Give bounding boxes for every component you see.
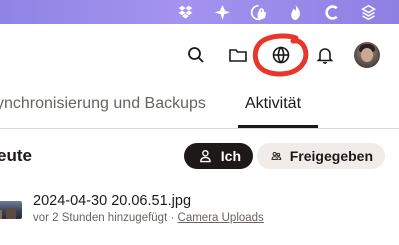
tab-bar: ynchronisierung und Backups Aktivität bbox=[0, 87, 399, 129]
bolt-pinwheel-icon[interactable] bbox=[212, 2, 232, 22]
people-icon bbox=[271, 151, 282, 160]
search-icon[interactable] bbox=[182, 41, 210, 69]
tab-sync-backups[interactable]: ynchronisierung und Backups bbox=[0, 95, 206, 113]
bell-icon[interactable] bbox=[311, 41, 339, 69]
file-name[interactable]: 2024-04-30 20.06.51.jpg bbox=[33, 193, 191, 209]
c-letter-icon[interactable] bbox=[322, 2, 342, 22]
folder-icon[interactable] bbox=[224, 41, 252, 69]
file-location-link[interactable]: Camera Uploads bbox=[178, 212, 264, 224]
file-thumbnail[interactable] bbox=[0, 201, 22, 219]
filter-shared-label: Freigegeben bbox=[289, 148, 373, 164]
meta-separator: · bbox=[167, 212, 178, 224]
user-avatar[interactable] bbox=[354, 42, 380, 68]
filter-me-button[interactable]: Ich bbox=[184, 143, 253, 169]
system-menubar bbox=[0, 0, 399, 24]
globe-icon[interactable] bbox=[267, 41, 295, 69]
filter-shared-button[interactable]: Freigegeben bbox=[257, 143, 385, 169]
flame-icon[interactable] bbox=[285, 2, 305, 22]
filter-me-label: Ich bbox=[220, 148, 241, 164]
tab-activity[interactable]: Aktivität bbox=[245, 95, 301, 113]
lock-shield-icon[interactable] bbox=[248, 2, 268, 22]
layers-icon[interactable] bbox=[358, 2, 378, 22]
app-header bbox=[0, 24, 399, 87]
dropbox-icon[interactable] bbox=[175, 2, 195, 22]
active-tab-indicator bbox=[238, 125, 318, 128]
section-title: eute bbox=[0, 146, 32, 165]
file-added-time: vor 2 Stunden hinzugefügt bbox=[33, 212, 168, 224]
file-meta: vor 2 Stunden hinzugefügt · Camera Uploa… bbox=[33, 212, 264, 224]
person-icon bbox=[200, 149, 211, 163]
